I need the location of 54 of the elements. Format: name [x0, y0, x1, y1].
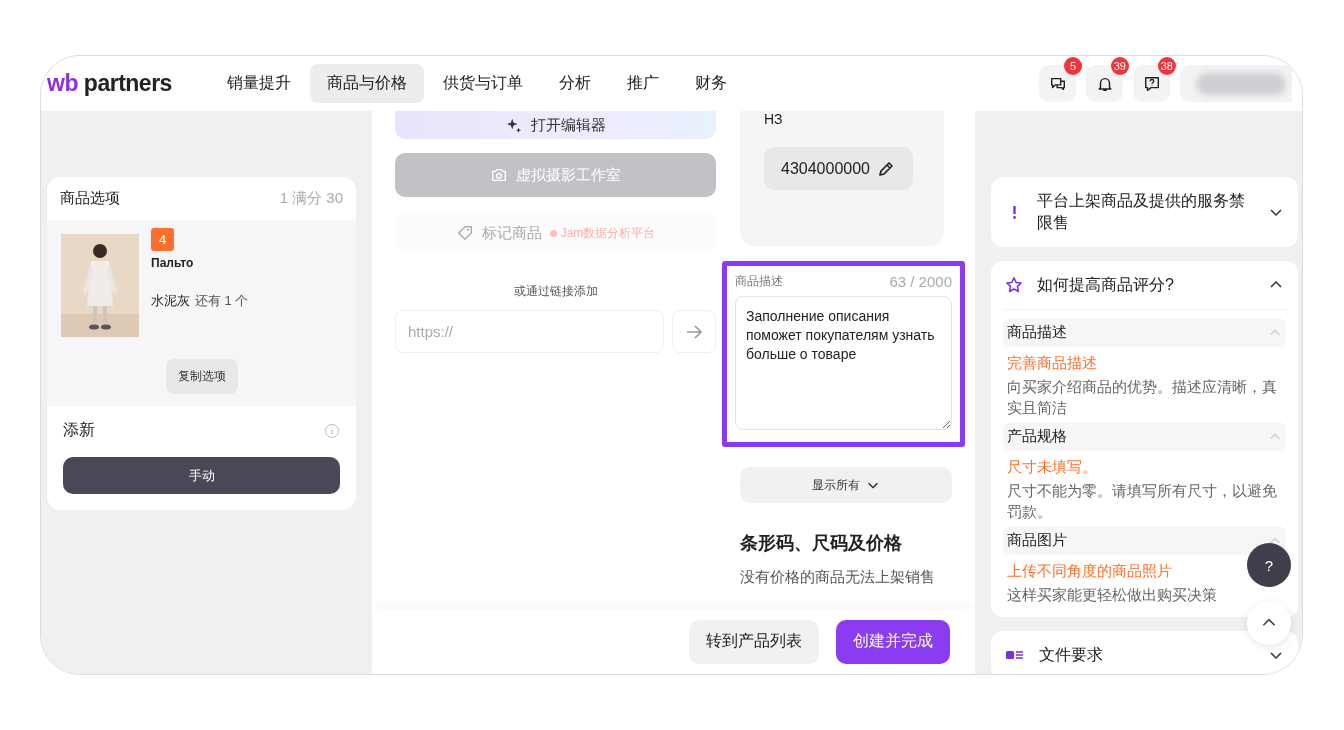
help-icon	[1142, 74, 1161, 93]
tip-headline: 尺寸未填写。	[1007, 458, 1097, 477]
variant-number-badge: 4	[151, 228, 174, 251]
nav-tab[interactable]: 销量提升	[209, 64, 308, 103]
star-icon	[1005, 276, 1023, 294]
section-heading: 条形码、尺码及价格	[740, 532, 903, 555]
count-badge: 38	[1157, 57, 1176, 75]
stock-text: 还有 1 个	[195, 292, 249, 310]
copy-variant-button[interactable]: 复制选项	[165, 359, 238, 394]
nav-tab[interactable]: 财务	[677, 64, 744, 103]
nav-tab[interactable]: 分析	[541, 64, 608, 103]
accordion-header[interactable]: 平台上架商品及提供的服务禁限售	[991, 177, 1298, 247]
character-counter: 63 / 2000	[889, 273, 952, 290]
section-title: 添新	[63, 420, 95, 440]
url-field[interactable]: https://	[395, 310, 664, 353]
link-label: 或通过链接添加	[512, 283, 599, 300]
tip-headline: 上传不同角度的商品照片	[1007, 562, 1172, 581]
tip-section-header[interactable]: 商品描述	[1003, 318, 1286, 347]
field-label: НЗ	[764, 111, 783, 127]
count-badge: 5	[1064, 57, 1082, 75]
tip-text: 尺寸不能为零。请填写所有尺寸，以避免罚款。	[1006, 481, 1278, 522]
tip-section-header[interactable]: 商品图片	[1003, 526, 1286, 555]
product-name: Пальто	[151, 256, 194, 270]
manual-button[interactable]: 手动	[63, 457, 340, 494]
product-list-button[interactable]: 转到产品列表	[689, 619, 819, 664]
accordion-header[interactable]: 如何提高商品评分?	[991, 261, 1298, 309]
description-field[interactable]: Заполнение описания поможет покупателям узнать больше о товаре	[735, 296, 952, 430]
count-badge: 39	[1110, 57, 1129, 75]
info-icon[interactable]	[324, 422, 340, 439]
color-name: 水泥灰	[151, 292, 190, 310]
variant-count: 1 满分 30	[279, 189, 343, 208]
camera-icon	[490, 166, 508, 184]
logo[interactable]: wb partners	[47, 70, 172, 97]
nav-tab[interactable]: 供货与订单	[425, 64, 540, 103]
show-all-button[interactable]: 显示所有	[740, 467, 952, 503]
code-button[interactable]: 4304000000	[764, 147, 913, 190]
tag-icon	[455, 224, 474, 242]
card-title: 商品选项	[60, 189, 120, 208]
tip-headline: 完善商品描述	[1007, 354, 1097, 373]
dot-icon	[549, 229, 557, 237]
nav-tab[interactable]: 商品与价格	[309, 64, 424, 103]
document-icon	[1005, 648, 1025, 662]
account-button[interactable]	[1180, 65, 1292, 102]
editor-button[interactable]: 打开编辑器	[395, 111, 716, 139]
field-label: 商品描述	[735, 273, 783, 290]
tip-section-header[interactable]: 产品规格	[1003, 422, 1286, 451]
create-button[interactable]: 创建并完成	[836, 619, 950, 664]
tip-text: 这样买家能更轻松做出购买决策	[1006, 585, 1218, 605]
nav-tab[interactable]: 推广	[609, 64, 676, 103]
tip-text: 向买家介绍商品的优势。描述应清晰，真实且简洁	[1006, 377, 1278, 418]
submit-link-button[interactable]	[672, 310, 716, 353]
section-description: 没有价格的商品无法上架销售	[740, 567, 936, 586]
exclamation-icon	[1013, 205, 1016, 219]
accordion-header[interactable]: 文件要求	[991, 631, 1298, 674]
